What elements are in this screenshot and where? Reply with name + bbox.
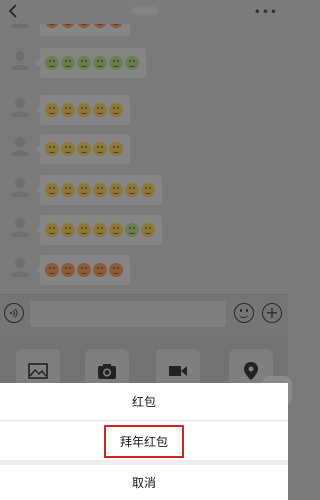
green-emoji-icon <box>77 56 91 70</box>
red-packet-option[interactable]: 红包 <box>0 383 288 421</box>
yellow-emoji-icon <box>61 183 75 197</box>
avatar[interactable] <box>8 215 32 239</box>
yellow-emoji-icon <box>93 223 107 237</box>
message-bubble[interactable] <box>35 24 130 36</box>
yellow-emoji-icon <box>93 103 107 117</box>
location-icon <box>244 362 258 380</box>
message-row <box>8 95 288 125</box>
red-emoji-icon <box>77 24 91 28</box>
image-icon <box>28 363 48 379</box>
red-emoji-icon <box>109 24 123 28</box>
emoji-icon[interactable] <box>234 303 254 323</box>
yellow-emoji-icon <box>141 183 155 197</box>
plus-icon[interactable]: + <box>262 303 282 323</box>
message-bubble[interactable] <box>35 255 130 285</box>
avatar[interactable] <box>8 134 32 158</box>
avatar[interactable] <box>8 95 32 119</box>
message-row <box>8 255 288 285</box>
yellow-emoji-icon <box>45 183 59 197</box>
red-packet-label: 红包 <box>131 395 156 409</box>
message-bubble[interactable] <box>35 215 162 245</box>
red-emoji-icon <box>93 263 107 277</box>
back-icon[interactable] <box>8 4 20 18</box>
yellow-emoji-icon <box>45 223 59 237</box>
camera-icon <box>98 364 116 379</box>
red-emoji-icon <box>45 263 59 277</box>
shades-emoji-icon <box>109 223 123 237</box>
cancel-button[interactable]: 取消 <box>0 465 288 500</box>
tools-panel <box>0 334 292 406</box>
cancel-label: 取消 <box>131 476 156 490</box>
yellow-emoji-icon <box>61 103 75 117</box>
yellow-emoji-icon <box>125 183 139 197</box>
green-emoji-icon <box>109 56 123 70</box>
message-bubble[interactable] <box>35 134 130 164</box>
message-input[interactable] <box>30 301 226 327</box>
yellow-emoji-icon <box>77 223 91 237</box>
yellow-emoji-icon <box>93 183 107 197</box>
message-row <box>8 175 288 205</box>
voice-icon[interactable] <box>4 303 24 323</box>
message-row <box>8 24 288 36</box>
video-icon <box>169 366 187 376</box>
chat-header: ••• <box>0 0 288 24</box>
yellow-emoji-icon <box>93 142 107 156</box>
red-emoji-icon <box>77 263 91 277</box>
green-emoji-icon <box>93 56 107 70</box>
message-bubble[interactable] <box>35 175 162 205</box>
more-icon[interactable]: ••• <box>254 6 278 18</box>
message-bubble[interactable] <box>35 95 130 125</box>
yellow-emoji-icon <box>109 103 123 117</box>
new-year-red-packet-option[interactable]: 拜年红包 <box>0 422 288 460</box>
red-emoji-icon <box>45 24 59 28</box>
avatar[interactable] <box>8 175 32 199</box>
yellow-emoji-icon <box>109 142 123 156</box>
chat-title <box>132 7 158 15</box>
green-emoji-icon <box>61 56 75 70</box>
yellow-emoji-icon <box>109 183 123 197</box>
message-row <box>8 134 288 164</box>
red-emoji-icon <box>61 24 75 28</box>
message-row <box>8 215 288 245</box>
red-emoji-icon <box>61 263 75 277</box>
message-row <box>8 48 288 78</box>
yellow-emoji-icon <box>61 142 75 156</box>
yellow-emoji-icon <box>77 103 91 117</box>
green-emoji-icon <box>125 223 139 237</box>
green-emoji-icon <box>45 56 59 70</box>
yellow-emoji-icon <box>45 103 59 117</box>
avatar[interactable] <box>8 24 32 30</box>
input-bar: + <box>0 294 288 334</box>
yellow-emoji-icon <box>141 223 155 237</box>
avatar[interactable] <box>8 255 32 279</box>
yellow-emoji-icon <box>77 183 91 197</box>
avatar[interactable] <box>8 48 32 72</box>
message-list[interactable] <box>0 24 288 294</box>
new-year-red-packet-label: 拜年红包 <box>103 424 184 458</box>
message-bubble[interactable] <box>35 48 146 78</box>
yellow-emoji-icon <box>77 142 91 156</box>
yellow-emoji-icon <box>45 142 59 156</box>
red-emoji-icon <box>109 263 123 277</box>
yellow-emoji-icon <box>61 223 75 237</box>
red-emoji-icon <box>93 24 107 28</box>
action-sheet: 红包 拜年红包 取消 <box>0 383 288 500</box>
green-emoji-icon <box>125 56 139 70</box>
